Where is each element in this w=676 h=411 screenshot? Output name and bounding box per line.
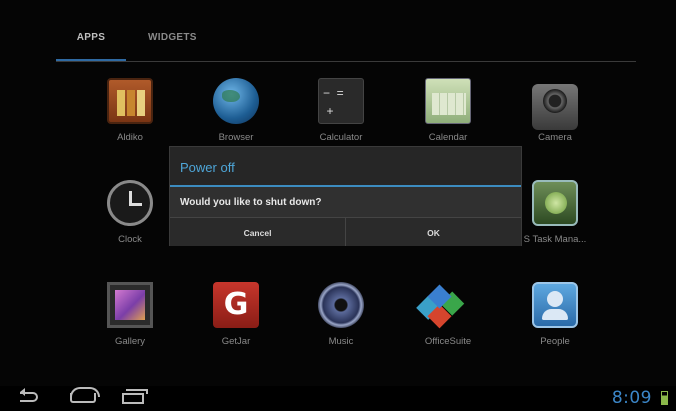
music-icon [318, 282, 364, 328]
app-officesuite[interactable]: OfficeSuite [398, 282, 498, 347]
app-calculator[interactable]: Calculator [291, 78, 391, 143]
app-label: Camera [538, 132, 572, 143]
tab-divider [56, 61, 636, 62]
app-label: Aldiko [117, 132, 143, 143]
app-aldiko[interactable]: Aldiko [80, 78, 180, 143]
app-label: Gallery [114, 336, 146, 347]
dialog-title: Power off [170, 147, 521, 187]
app-getjar[interactable]: GetJar [186, 282, 286, 347]
people-icon [532, 282, 578, 328]
app-gallery[interactable]: Gallery [80, 282, 180, 347]
cancel-button[interactable]: Cancel [170, 218, 345, 246]
calculator-icon [318, 78, 364, 124]
officesuite-icon [425, 282, 471, 328]
tab-bar: APPS WIDGETS [56, 26, 237, 62]
power-off-dialog: Power off Would you like to shut down? C… [169, 146, 522, 246]
app-label: Calculator [319, 132, 363, 143]
clock-icon [107, 180, 153, 226]
recent-apps-icon[interactable] [122, 389, 148, 404]
app-label: Calendar [428, 132, 468, 143]
dialog-button-bar: Cancel OK [170, 217, 521, 246]
home-icon[interactable] [70, 387, 100, 403]
app-label: GetJar [221, 336, 251, 347]
tab-widgets[interactable]: WIDGETS [148, 26, 197, 62]
app-label: Music [328, 336, 354, 347]
app-calendar[interactable]: Calendar [398, 78, 498, 143]
calendar-icon [425, 78, 471, 124]
browser-icon [213, 78, 259, 124]
app-label: OfficeSuite [424, 336, 472, 347]
task-manager-icon [532, 180, 578, 226]
aldiko-icon [107, 78, 153, 124]
tab-apps[interactable]: APPS [56, 26, 126, 62]
dialog-message: Would you like to shut down? [170, 187, 521, 217]
app-people[interactable]: People [505, 282, 605, 347]
gallery-icon [107, 282, 153, 328]
app-label: Clock [118, 234, 142, 245]
app-label: People [540, 336, 570, 347]
back-icon[interactable] [20, 388, 38, 402]
launcher-screen: APPS WIDGETS Aldiko Browser Calculator C… [0, 0, 676, 411]
system-nav-bar: 8:09 [0, 386, 676, 411]
camera-icon [532, 84, 578, 130]
getjar-icon [213, 282, 259, 328]
battery-icon[interactable] [661, 391, 668, 405]
status-clock[interactable]: 8:09 [612, 388, 652, 408]
app-camera[interactable]: Camera [505, 78, 605, 143]
app-browser[interactable]: Browser [186, 78, 286, 143]
app-clock[interactable]: Clock [80, 180, 180, 245]
ok-button[interactable]: OK [345, 218, 521, 246]
app-music[interactable]: Music [291, 282, 391, 347]
app-label: Browser [218, 132, 254, 143]
